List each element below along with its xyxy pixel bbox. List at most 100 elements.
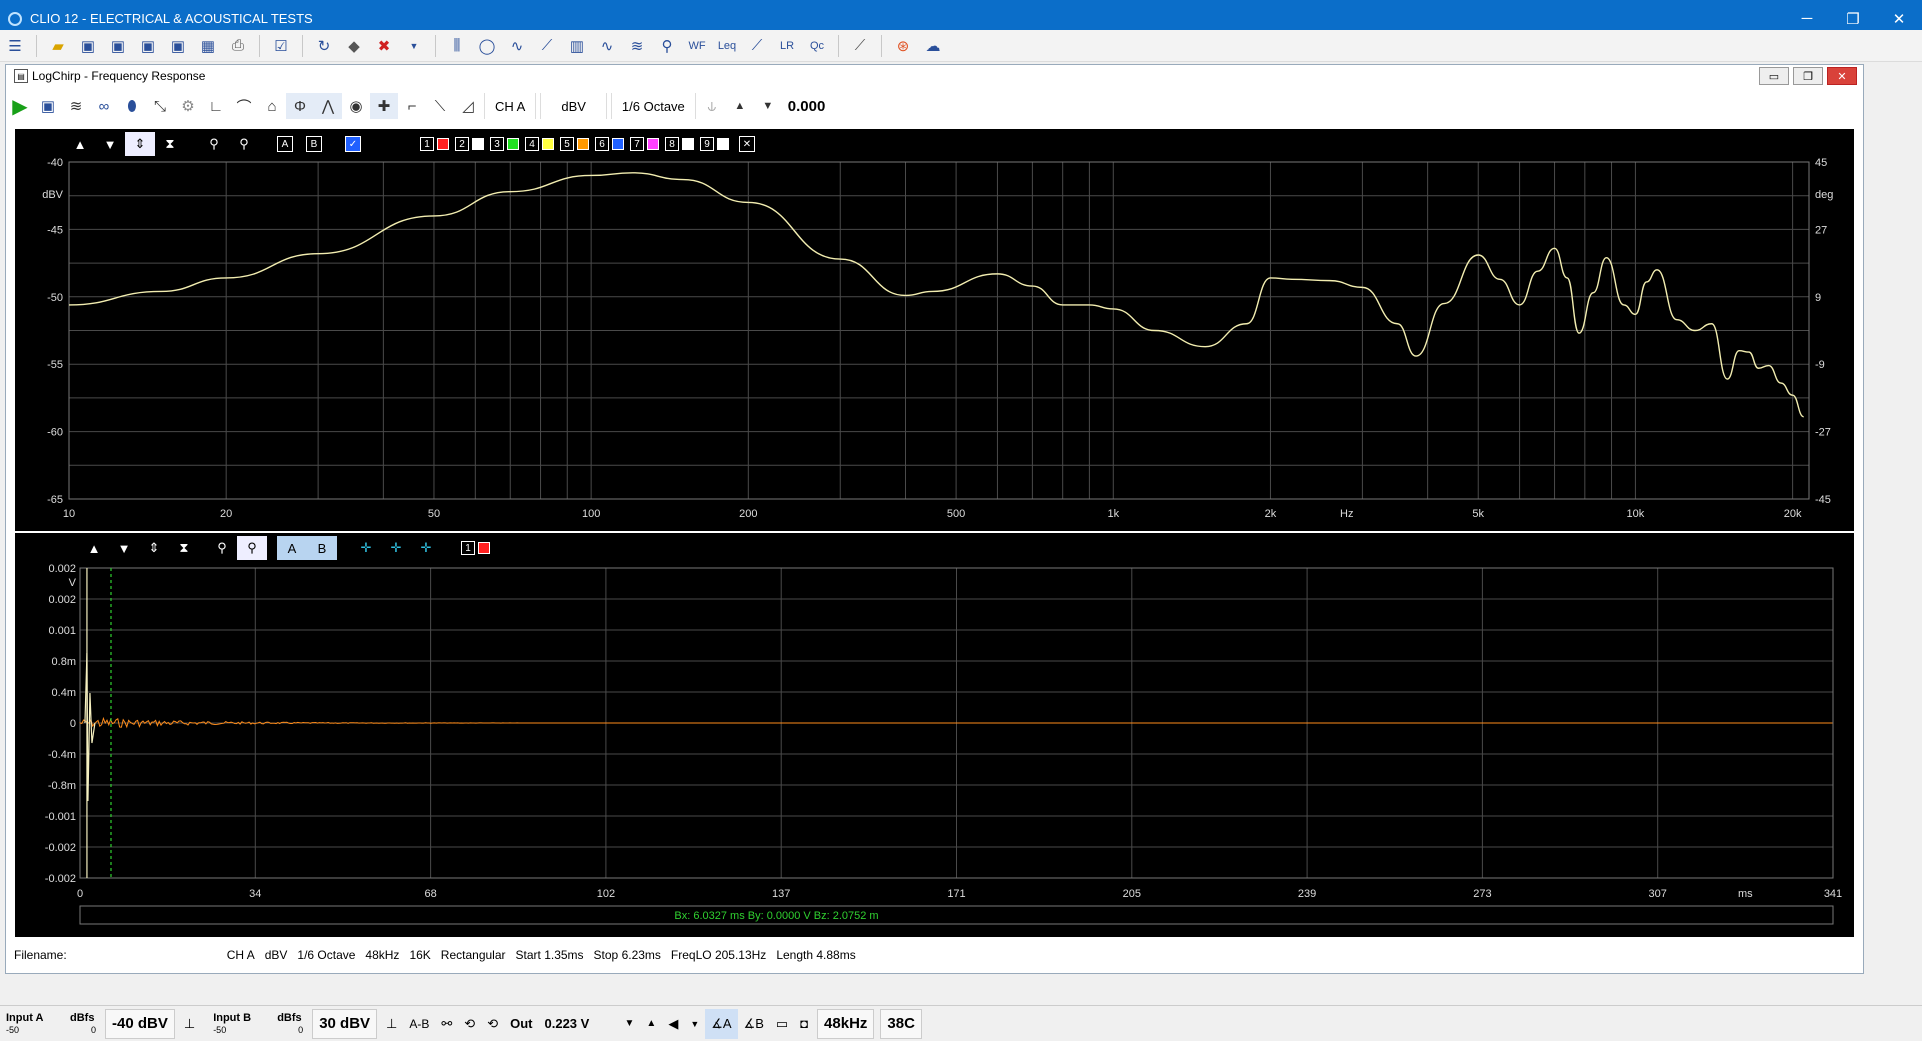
main-toolbar: ☰ ▰ ▣ ▣ ▣ ▣ ▦ ⎙ ☑ ↻ ◆ ✖ ▼ ⫼ ◯ ∿ ⟋ ▥ ∿ ≋ … <box>0 30 1922 62</box>
y-tick-label: 0 <box>70 718 76 730</box>
eraser-icon[interactable]: ◆ <box>341 33 367 59</box>
input-a-range-icon[interactable]: ⊥ <box>178 1009 201 1039</box>
channel-a-loop-icon[interactable]: ⟲ <box>458 1009 481 1039</box>
readout-box <box>79 905 1834 925</box>
save-setup-icon[interactable]: ▣ <box>105 33 131 59</box>
y-right-unit: deg <box>1815 189 1833 201</box>
dbfs-a-label: dBfs <box>70 1011 95 1024</box>
value-down-icon[interactable]: ▼ <box>754 93 782 119</box>
phantom-a-icon[interactable]: ∡A <box>705 1008 738 1039</box>
toolbar-separator <box>881 34 882 57</box>
temperature: 38C <box>880 1008 922 1039</box>
slope-icon[interactable]: ⟍ <box>426 93 454 119</box>
input-b-level[interactable]: 30 dBV <box>312 1008 378 1039</box>
unit-selector[interactable]: dBV <box>540 93 607 119</box>
y-unit: V <box>69 577 77 589</box>
y-tick-label: 0.002 <box>48 563 76 575</box>
filter-icon[interactable]: ⫝ <box>698 93 726 119</box>
input-a-level[interactable]: -40 dBV <box>105 1008 175 1039</box>
x-tick-label: 34 <box>249 888 261 900</box>
y-right-tick-label: 45 <box>1815 157 1827 169</box>
target-icon[interactable]: ◉ <box>342 93 370 119</box>
spectrum-icon[interactable]: ▥ <box>564 33 590 59</box>
line-tool-icon[interactable]: ⟋ <box>744 33 770 59</box>
x-tick-label: 68 <box>424 888 436 900</box>
output-down-icon[interactable]: ▼ <box>619 1009 641 1039</box>
output-up-icon[interactable]: ▲ <box>640 1009 662 1039</box>
multimeter-icon[interactable]: ◯ <box>474 33 500 59</box>
status-freqlo: FreqLO 205.13Hz <box>670 948 767 962</box>
wf-icon[interactable]: WF <box>684 33 710 59</box>
help-icon[interactable]: ⊛ <box>890 33 916 59</box>
link-icon[interactable]: ⚯ <box>435 1009 458 1039</box>
loop-icon[interactable]: ∞ <box>90 93 118 119</box>
phase-icon[interactable]: Φ <box>286 93 314 119</box>
impedance-icon[interactable]: ▭ <box>770 1009 794 1039</box>
a-minus-b-button[interactable]: A-B <box>403 1009 435 1039</box>
impulse-icon[interactable]: ∟ <box>202 93 230 119</box>
smooth-icon[interactable]: ⌒ <box>230 93 258 119</box>
input-b-range-icon[interactable]: ⊥ <box>380 1009 403 1039</box>
value-up-icon[interactable]: ▲ <box>726 93 754 119</box>
calendar-icon[interactable]: ▦ <box>195 33 221 59</box>
ruler-icon[interactable]: ⟋ <box>847 33 873 59</box>
refresh-icon[interactable]: ↻ <box>311 33 337 59</box>
status-smoothing: 1/6 Octave <box>297 948 356 962</box>
child-title: LogChirp - Frequency Response <box>32 69 206 83</box>
x-tick-label: 171 <box>947 888 965 900</box>
export-icon[interactable]: ▣ <box>165 33 191 59</box>
step-icon[interactable]: ⌐ <box>398 93 426 119</box>
group-delay-icon[interactable]: ⋀ <box>314 93 342 119</box>
sample-rate[interactable]: 48kHz <box>817 1008 875 1039</box>
phantom-b-icon[interactable]: ∡B <box>738 1009 770 1039</box>
x-tick-label: 239 <box>1298 888 1316 900</box>
sweep-icon[interactable]: ∿ <box>594 33 620 59</box>
settings-gear-icon[interactable]: ⚙ <box>174 93 202 119</box>
compress-icon[interactable]: ⤡ <box>146 93 174 119</box>
frequency-response-curve <box>68 172 1804 418</box>
layers-icon[interactable]: ≋ <box>62 93 90 119</box>
mls-icon[interactable]: ∿ <box>504 33 530 59</box>
cloud-icon[interactable]: ☁ <box>920 33 946 59</box>
print-icon[interactable]: ⎙ <box>225 33 251 59</box>
y-left-tick-label: -40 <box>47 157 63 169</box>
leq-icon[interactable]: Leq <box>714 33 740 59</box>
x-tick-label: 102 <box>597 888 615 900</box>
smoothing-selector[interactable]: 1/6 Octave <box>610 93 696 119</box>
channel-b-loop-icon[interactable]: ⟲ <box>481 1009 504 1039</box>
frequency-response-chart[interactable]: -40 -45 -50 -55 -60 -65 dBV 45 27 9 -9 -27 -45 deg 10 2… <box>15 129 1854 531</box>
x-tick-label: 273 <box>1473 888 1491 900</box>
microphone-icon[interactable]: ⚲ <box>654 33 680 59</box>
etc-icon[interactable]: ◿ <box>454 93 482 119</box>
sinusoidal-icon[interactable]: ⟋ <box>534 33 560 59</box>
play-icon[interactable]: ▶ <box>6 93 34 119</box>
open-folder-icon[interactable]: ▰ <box>45 33 71 59</box>
speaker-dropdown-icon[interactable]: ▼ <box>684 1009 705 1039</box>
menu-icon[interactable]: ☰ <box>2 33 28 59</box>
lr-icon[interactable]: LR <box>774 33 800 59</box>
crosshair-icon[interactable]: ✚ <box>370 93 398 119</box>
save-icon[interactable]: ▣ <box>34 93 62 119</box>
fft-icon[interactable]: ⫼ <box>444 33 470 59</box>
qc-icon[interactable]: Qc <box>804 33 830 59</box>
checklist-icon[interactable]: ☑ <box>268 33 294 59</box>
device-icon[interactable]: ◘ <box>794 1009 814 1039</box>
reference-value[interactable]: 0.000 <box>788 98 826 115</box>
child-restore-button[interactable]: ❐ <box>1793 67 1823 85</box>
dropdown-arrow-icon[interactable]: ▼ <box>401 33 427 59</box>
save-all-icon[interactable]: ▣ <box>135 33 161 59</box>
x-tick-label: 500 <box>947 508 965 520</box>
output-level[interactable]: 0.223 V <box>539 1009 619 1039</box>
child-close-button[interactable]: ✕ <box>1827 67 1857 85</box>
channel-selector[interactable]: CH A <box>484 93 537 119</box>
speaker-icon[interactable]: ◀ <box>662 1009 684 1039</box>
child-minimize-button[interactable]: ▭ <box>1759 67 1789 85</box>
save-icon[interactable]: ▣ <box>75 33 101 59</box>
stop-icon[interactable]: ✖ <box>371 33 397 59</box>
window-icon[interactable]: ⌂ <box>258 93 286 119</box>
probe-icon[interactable]: ⬮ <box>118 93 146 119</box>
waterfall-icon[interactable]: ≋ <box>624 33 650 59</box>
impulse-response-chart[interactable]: 0.002 0.002 0.001 0.8m 0.4m 0 -0.4m -0.8m -0.001… <box>15 533 1854 937</box>
y-tick-label: -0.4m <box>48 749 76 761</box>
cursor-readout: Bx: 6.0327 ms By: 0.0000 V Bz: 2.0752 m <box>674 910 878 922</box>
